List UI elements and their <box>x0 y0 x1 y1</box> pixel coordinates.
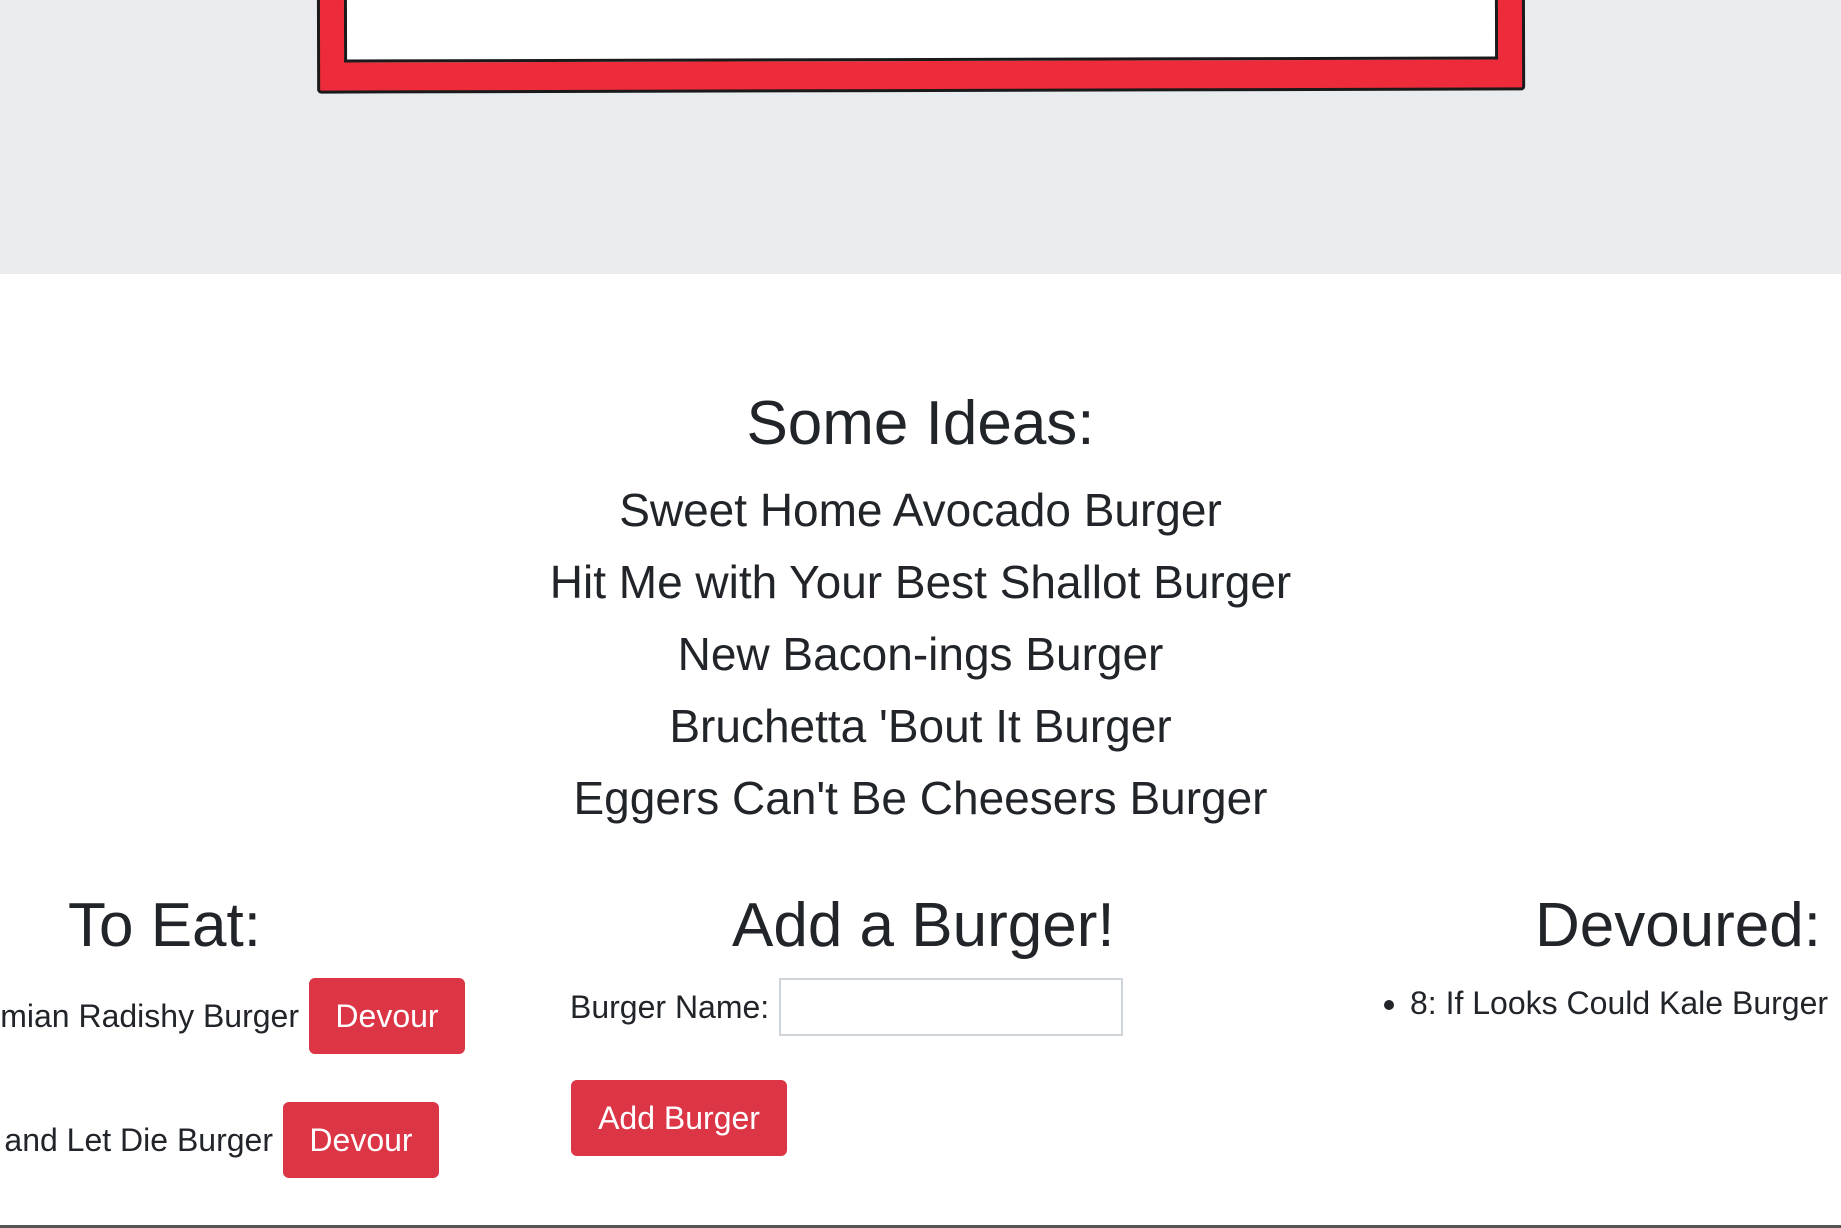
devoured-heading: Devoured: <box>1534 891 1821 960</box>
burger-name-form-row: Burger Name: <box>570 978 1124 1036</box>
to-eat-item: and Let Die Burger Devour <box>4 1102 439 1178</box>
burger-name-label: Burger Name: <box>570 988 770 1025</box>
idea-item: New Bacon-ings Burger <box>677 628 1164 680</box>
logo-inner-panel <box>343 0 1499 63</box>
logo-image <box>316 0 1526 94</box>
burger-name-input[interactable] <box>779 978 1124 1036</box>
add-burger-heading: Add a Burger! <box>732 891 1115 960</box>
to-eat-heading: To Eat: <box>68 891 261 960</box>
to-eat-item-name: and Let Die Burger <box>4 1121 273 1158</box>
devoured-item: 8: If Looks Could Kale Burger <box>1410 980 1828 1026</box>
idea-item: Sweet Home Avocado Burger <box>619 484 1222 536</box>
ideas-heading: Some Ideas: <box>746 389 1095 458</box>
idea-item: Bruchetta 'Bout It Burger <box>669 700 1172 752</box>
devoured-list: 8: If Looks Could Kale Burger <box>1370 980 1828 1026</box>
ideas-section: Some Ideas: Sweet Home Avocado Burger Hi… <box>0 388 1841 834</box>
idea-item: Eggers Can't Be Cheesers Burger <box>573 772 1268 824</box>
to-eat-item-name: emian Radishy Burger <box>0 997 299 1034</box>
devour-button[interactable]: Devour <box>283 1102 439 1178</box>
add-burger-button[interactable]: Add Burger <box>571 1080 787 1156</box>
jumbotron <box>0 0 1841 274</box>
to-eat-item: emian Radishy Burger Devour <box>0 978 465 1054</box>
devour-button[interactable]: Devour <box>309 978 465 1054</box>
idea-item: Hit Me with Your Best Shallot Burger <box>549 556 1292 608</box>
